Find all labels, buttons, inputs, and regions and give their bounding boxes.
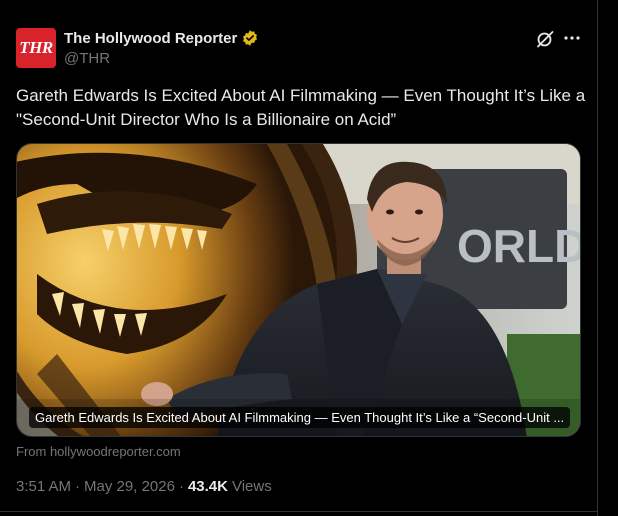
more-icon[interactable]	[562, 28, 582, 48]
link-card[interactable]: ORLD Gareth Edwards Is Excited About AI …	[16, 143, 581, 437]
card-source-link[interactable]: From hollywoodreporter.com	[16, 444, 181, 459]
author-handle[interactable]: @THR	[64, 50, 110, 67]
column-border	[597, 0, 598, 516]
tweet-time[interactable]: 3:51 AM	[16, 478, 71, 495]
grok-icon[interactable]	[535, 29, 555, 49]
tweet-date[interactable]: May 29, 2026	[84, 478, 175, 495]
verified-badge-icon	[241, 29, 259, 47]
display-name[interactable]: The Hollywood Reporter	[64, 30, 237, 47]
author-name-row[interactable]: The Hollywood Reporter	[64, 29, 259, 47]
card-title-caption: Gareth Edwards Is Excited About AI Filmm…	[29, 407, 571, 428]
tweet-meta: 3:51 AM · May 29, 2026 · 43.4K Views	[16, 478, 272, 495]
avatar[interactable]: THR	[16, 28, 56, 68]
avatar-logo-text: THR	[19, 38, 53, 57]
views-count: 43.4K	[187, 478, 228, 495]
tweet-detail: THR The Hollywood Reporter @THR Gareth E…	[0, 0, 618, 516]
tweet-text: Gareth Edwards Is Excited About AI Filmm…	[16, 86, 586, 129]
meta-separator: ·	[75, 478, 81, 495]
divider	[0, 511, 597, 512]
meta-separator: ·	[178, 478, 184, 495]
card-photo: ORLD	[17, 144, 581, 436]
views-label: Views	[231, 478, 272, 495]
sign-text: ORLD	[457, 220, 581, 272]
